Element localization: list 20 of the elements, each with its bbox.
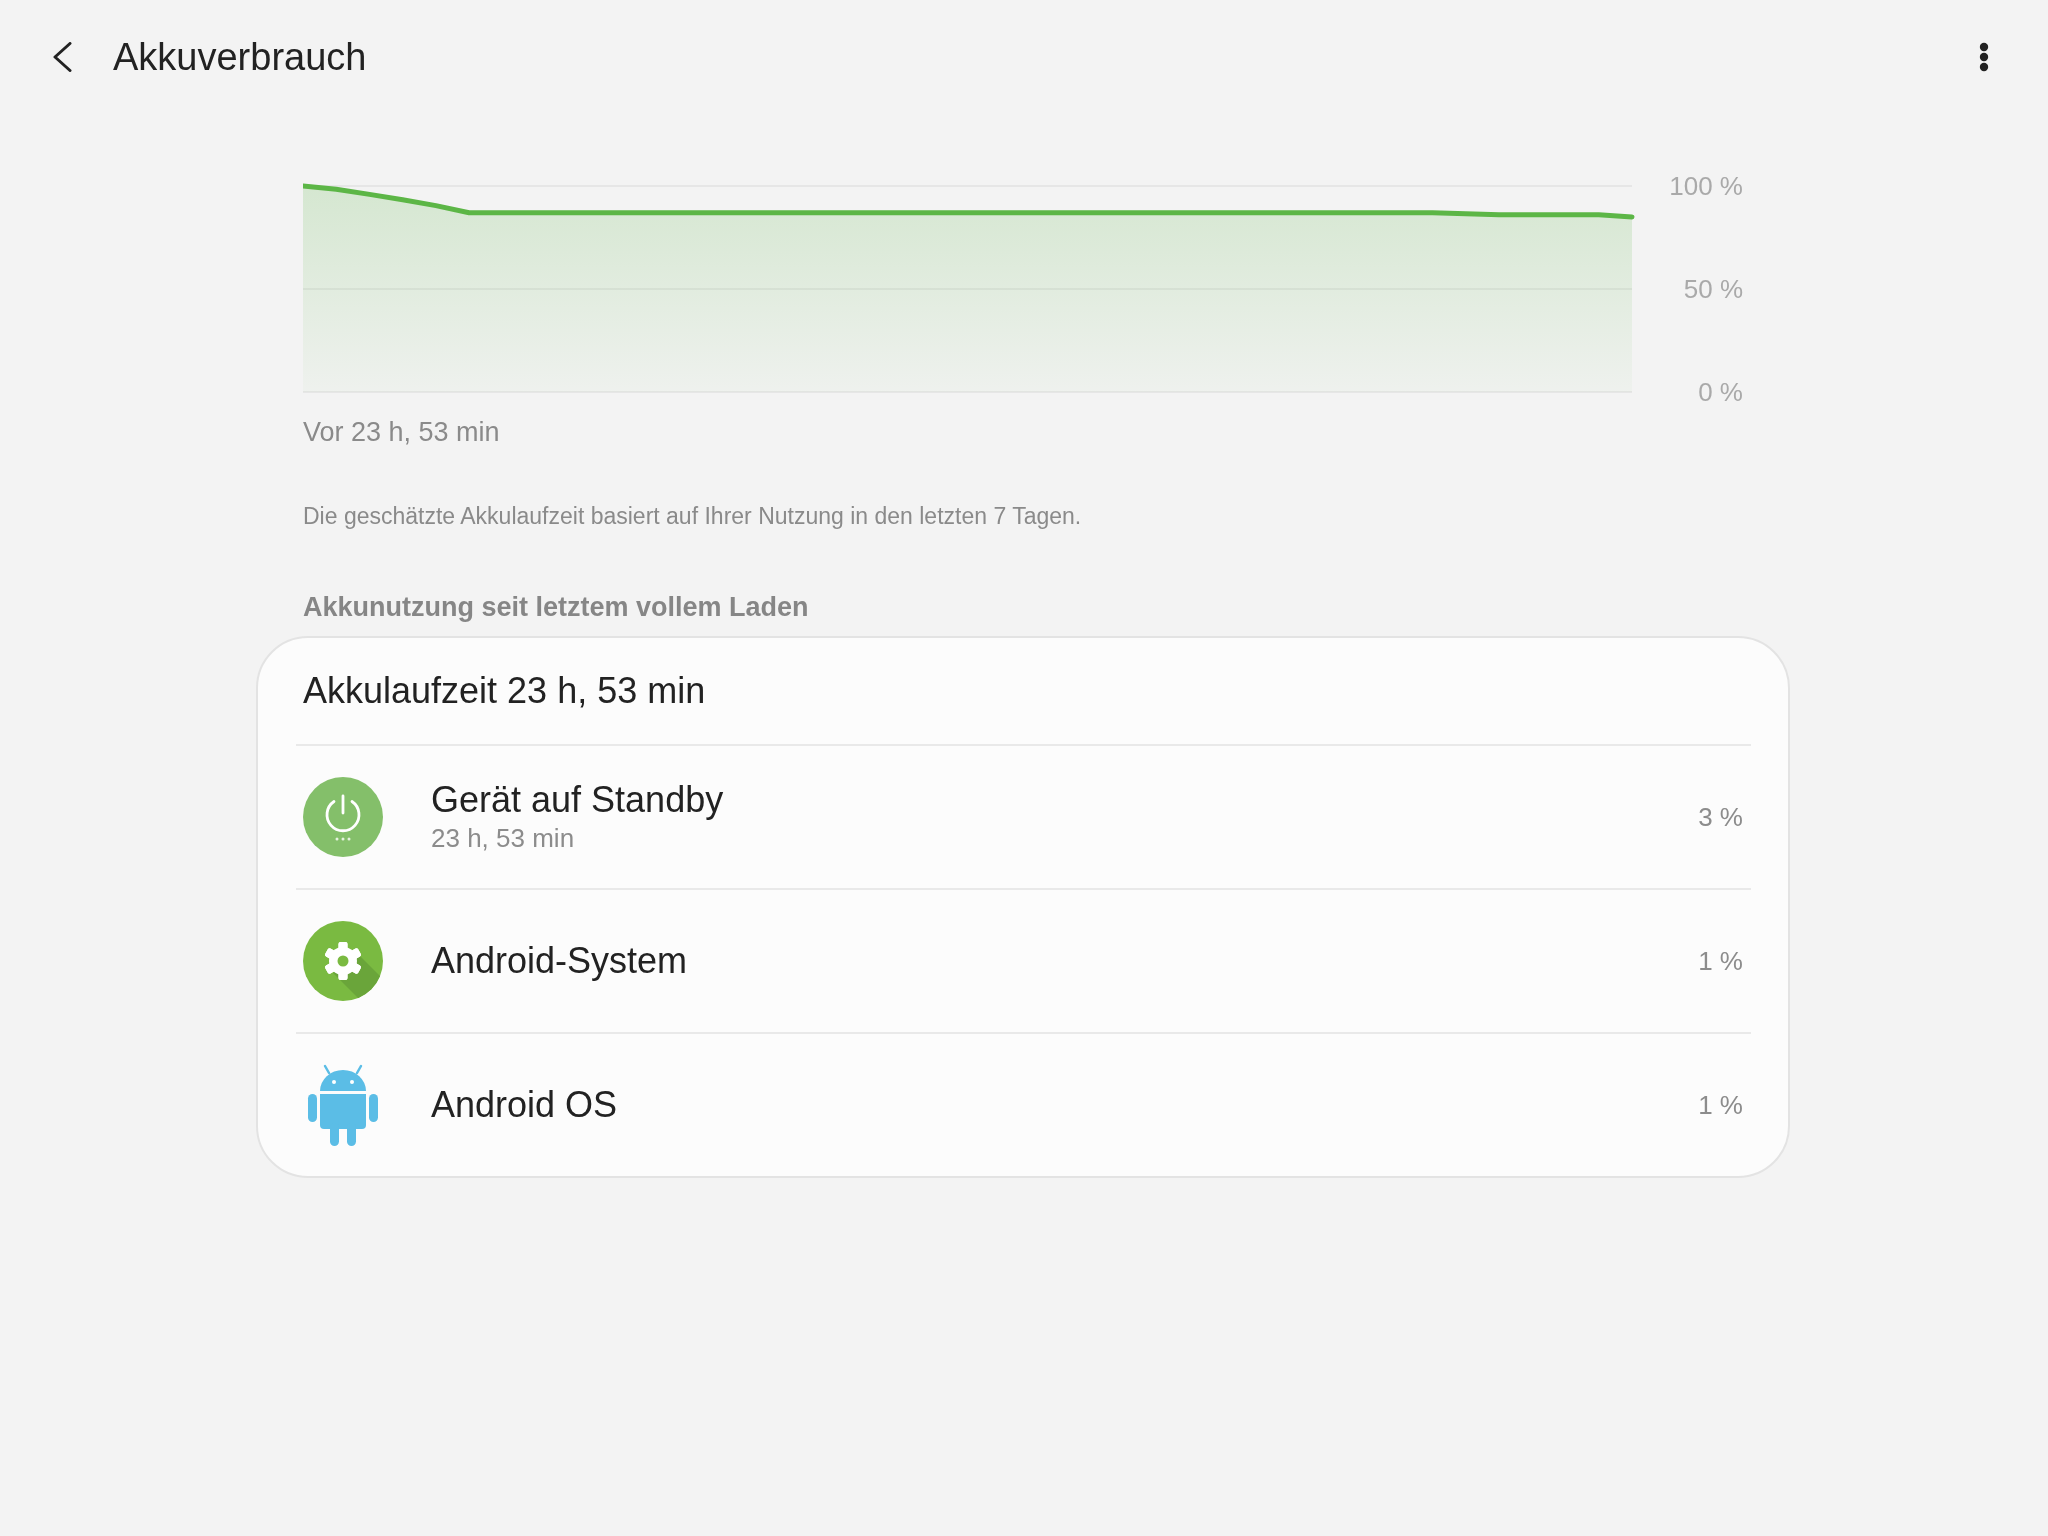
robot-icon bbox=[307, 1063, 379, 1147]
section-heading: Akkunutzung seit letztem vollem Laden bbox=[303, 591, 809, 624]
app-name[interactable]: Gerät auf Standby bbox=[431, 779, 724, 821]
power-icon bbox=[303, 777, 383, 857]
more-options-icon bbox=[1979, 42, 1989, 72]
gear-icon bbox=[303, 921, 383, 1001]
app-name[interactable]: Android OS bbox=[431, 1084, 618, 1126]
usage-percentage: 1 % bbox=[1698, 945, 1743, 977]
app-name[interactable]: Android-System bbox=[431, 940, 688, 982]
battery-time-title: Akkulaufzeit 23 h, 53 min bbox=[302, 669, 707, 713]
info-note: Die geschätzte Akkulaufzeit basiert auf Ihrer Nutzung in den letzten 7 Tagen. bbox=[303, 502, 1082, 531]
usage-percentage: 3 % bbox=[1698, 801, 1743, 833]
usage-duration: 23 h, 53 min bbox=[431, 822, 575, 855]
axis-label: 100 % bbox=[1669, 171, 1743, 201]
axis-label: 50 % bbox=[1683, 274, 1743, 304]
axis-label: 0 % bbox=[1698, 377, 1743, 407]
usage-percentage: 1 % bbox=[1698, 1089, 1743, 1121]
axis-label: Vor 23 h, 53 min bbox=[303, 417, 500, 447]
page-title: Akkuverbrauch bbox=[113, 35, 367, 79]
back-icon bbox=[52, 42, 72, 72]
